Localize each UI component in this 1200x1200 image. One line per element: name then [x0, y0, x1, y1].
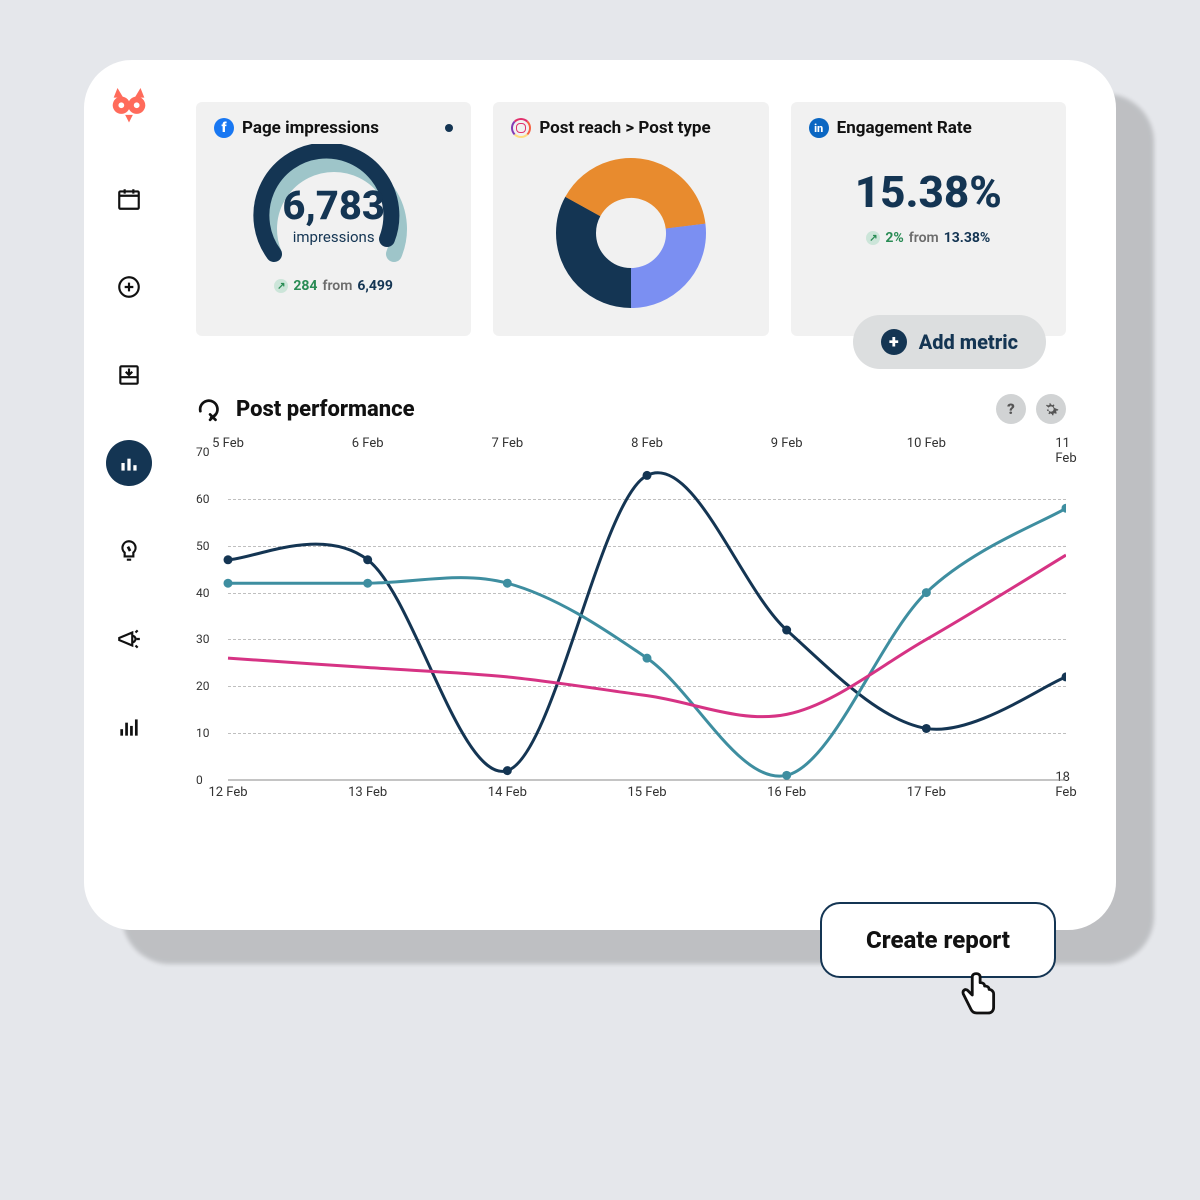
data-point [363, 555, 372, 564]
data-point [782, 771, 791, 780]
data-point [922, 588, 931, 597]
engagement-value: 15.38% [809, 166, 1048, 218]
linkedin-icon: in [809, 118, 829, 138]
line-chart: 0102030405060705 Feb6 Feb7 Feb8 Feb9 Feb… [196, 438, 1066, 798]
trend-up-icon: ↗ [274, 279, 288, 293]
sidebar [84, 60, 174, 930]
data-point [922, 724, 931, 733]
data-point [363, 579, 372, 588]
donut-chart [546, 148, 716, 318]
delta-value: 2% [885, 230, 903, 246]
card-page-impressions[interactable]: f Page impressions 6,783 impressions [196, 102, 471, 336]
previous-value: 6,499 [357, 278, 393, 294]
plus-circle-icon: + [881, 329, 907, 355]
nav-calendar[interactable] [106, 176, 152, 222]
add-metric-button[interactable]: + Add metric [853, 315, 1046, 369]
previous-value: 13.38% [944, 230, 991, 246]
data-point [643, 471, 652, 480]
create-report-label: Create report [866, 926, 1010, 954]
nav-ideas[interactable] [106, 528, 152, 574]
nav-inbox[interactable] [106, 352, 152, 398]
delta-label: from [322, 278, 352, 294]
gear-icon [1043, 401, 1059, 417]
impressions-unit: impressions [282, 228, 385, 246]
instagram-icon [511, 118, 531, 138]
data-point [503, 579, 512, 588]
trend-up-icon: ↗ [866, 231, 880, 245]
settings-button[interactable] [1036, 394, 1066, 424]
card-title: Engagement Rate [837, 118, 972, 138]
data-point [224, 555, 233, 564]
section-title: Post performance [236, 397, 415, 422]
performance-icon [196, 396, 222, 422]
data-point [224, 579, 233, 588]
card-post-reach[interactable]: Post reach > Post type [493, 102, 768, 336]
card-title: Page impressions [242, 118, 379, 138]
card-title: Post reach > Post type [539, 118, 710, 138]
create-report-button[interactable]: Create report [820, 902, 1056, 978]
nav-add[interactable] [106, 264, 152, 310]
delta-value: 284 [293, 278, 317, 294]
status-dot-icon [445, 124, 453, 132]
chart-series [228, 508, 1066, 776]
nav-analytics[interactable] [106, 440, 152, 486]
card-engagement-rate[interactable]: in Engagement Rate 15.38% ↗ 2% from 13.3… [791, 102, 1066, 336]
owl-logo-icon [106, 88, 152, 134]
delta-label: from [909, 230, 939, 246]
add-metric-label: Add metric [919, 330, 1018, 354]
main-content: f Page impressions 6,783 impressions [174, 60, 1116, 930]
nav-insights[interactable] [106, 704, 152, 750]
pointer-cursor-icon [952, 968, 1006, 1022]
nav-promote[interactable] [106, 616, 152, 662]
data-point [782, 626, 791, 635]
help-button[interactable]: ? [996, 394, 1026, 424]
chart-svg [196, 438, 1066, 798]
data-point [503, 766, 512, 775]
impressions-value: 6,783 [282, 186, 385, 226]
facebook-icon: f [214, 118, 234, 138]
dashboard-card: f Page impressions 6,783 impressions [84, 60, 1116, 930]
data-point [643, 654, 652, 663]
chart-series [228, 473, 1066, 772]
